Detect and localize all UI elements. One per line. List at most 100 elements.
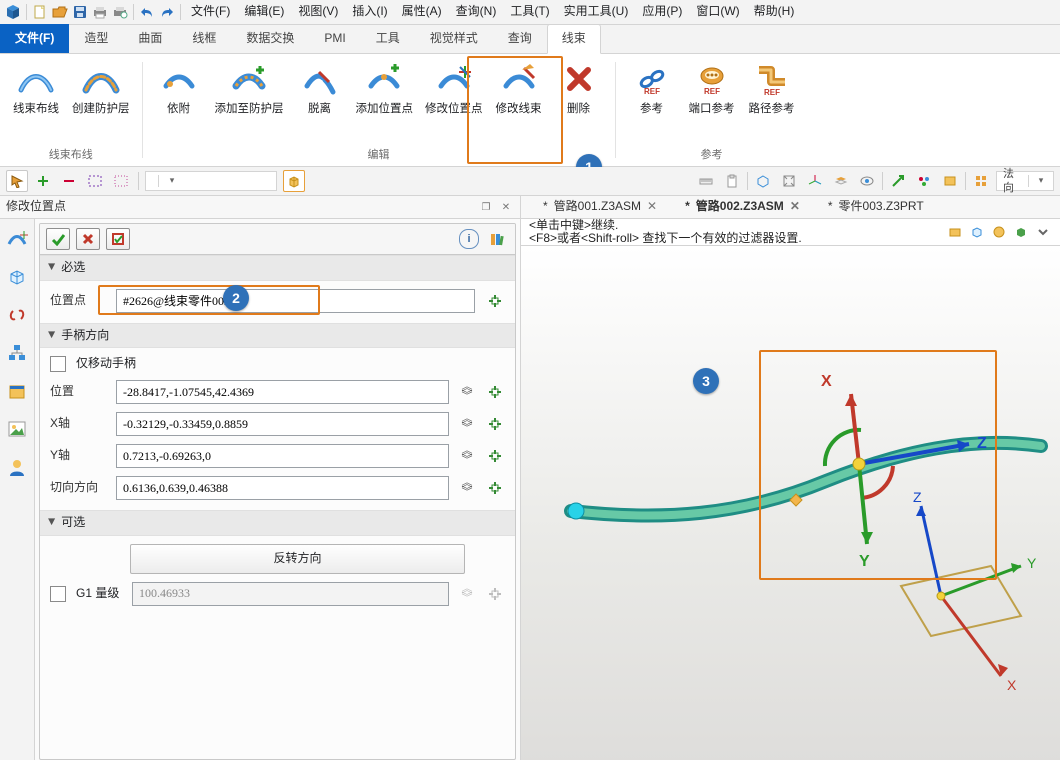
vp-settings-icon[interactable] (946, 223, 964, 241)
stepper-icon[interactable]: ︽︾ (459, 415, 475, 433)
menu-file[interactable]: 文件(F) (185, 2, 236, 22)
normal-dropdown[interactable]: 法向▾ (996, 171, 1054, 191)
select-arrow-icon[interactable] (6, 170, 28, 192)
books-icon[interactable] (485, 228, 509, 250)
ribbon-btn-create-shield[interactable]: 创建防护层 (68, 58, 134, 117)
document-tab-2[interactable]: *管路002.Z3ASM✕ (683, 196, 802, 218)
menu-app[interactable]: 应用(P) (636, 2, 688, 22)
close-icon[interactable]: ✕ (790, 199, 800, 215)
reverse-direction-button[interactable]: 反转方向 (130, 544, 465, 574)
input-xaxis[interactable] (116, 412, 449, 436)
arrow-tool-icon[interactable] (887, 170, 909, 192)
menu-edit[interactable]: 编辑(E) (238, 2, 290, 22)
menu-attrs[interactable]: 属性(A) (396, 2, 448, 22)
sidebar-link-icon[interactable] (5, 303, 29, 327)
add-icon[interactable] (32, 170, 54, 192)
marquee-dotted-icon[interactable] (110, 170, 132, 192)
visibility-icon[interactable] (856, 170, 878, 192)
section-handle-header[interactable]: ▼手柄方向 (40, 323, 515, 349)
triad-icon[interactable] (804, 170, 826, 192)
app-icon[interactable] (4, 3, 22, 21)
grid-icon[interactable] (970, 170, 992, 192)
section-optional-header[interactable]: ▼可选 (40, 510, 515, 536)
clipboard-icon[interactable] (721, 170, 743, 192)
menu-help[interactable]: 帮助(H) (748, 2, 801, 22)
ribbon-btn-route[interactable]: 线束布线 (8, 58, 64, 117)
accept-button[interactable] (46, 228, 70, 250)
cube-icon[interactable] (283, 170, 305, 192)
pick-target-icon[interactable] (485, 414, 505, 434)
info-icon[interactable]: i (459, 229, 479, 249)
ribbon-tab-surface[interactable]: 曲面 (123, 24, 177, 53)
save-icon[interactable] (71, 3, 89, 21)
section-required-header[interactable]: ▼必选 (40, 255, 515, 281)
print-preview-icon[interactable] (111, 3, 129, 21)
ribbon-btn-ref[interactable]: REF 参考 (624, 58, 680, 117)
vp-chevron-down-icon[interactable] (1034, 223, 1052, 241)
ribbon-tab-query[interactable]: 查询 (493, 24, 547, 53)
document-tab-1[interactable]: *管路001.Z3ASM✕ (541, 196, 659, 218)
pick-target-icon[interactable] (485, 478, 505, 498)
ribbon-tab-harness[interactable]: 线束 (547, 24, 601, 54)
ribbon-tab-wireframe[interactable]: 线框 (177, 24, 231, 53)
vp-orient-icon[interactable] (968, 223, 986, 241)
ribbon-tab-file[interactable]: 文件(F) (0, 24, 69, 53)
menu-window[interactable]: 窗口(W) (690, 2, 745, 22)
pick-target-icon[interactable] (485, 446, 505, 466)
measure-icon[interactable] (695, 170, 717, 192)
marquee-dashed-icon[interactable] (84, 170, 106, 192)
ribbon-btn-add-position[interactable]: 添加位置点 (352, 58, 418, 117)
checkbox-only-move-handle[interactable] (50, 356, 66, 372)
input-pos-point[interactable] (116, 289, 475, 313)
iso-view-icon[interactable] (752, 170, 774, 192)
layers-icon[interactable] (830, 170, 852, 192)
ribbon-tab-tool[interactable]: 工具 (361, 24, 415, 53)
ribbon-tab-shape[interactable]: 造型 (69, 24, 123, 53)
vp-render-icon[interactable] (990, 223, 1008, 241)
ribbon-btn-port-ref[interactable]: REF 端口参考 (684, 58, 740, 117)
stepper-icon[interactable]: ︽︾ (459, 447, 475, 465)
sidebar-cube-icon[interactable] (5, 265, 29, 289)
menu-tools[interactable]: 工具(T) (504, 2, 555, 22)
panel-popout-icon[interactable]: ❐ (478, 200, 494, 214)
redo-icon[interactable] (158, 3, 176, 21)
filter-dropdown[interactable]: ▾ (145, 171, 277, 191)
pick-target-icon[interactable] (485, 382, 505, 402)
close-icon[interactable]: ✕ (647, 199, 657, 215)
apply-button[interactable] (106, 228, 130, 250)
open-icon[interactable] (51, 3, 69, 21)
3d-viewport[interactable]: X Z Y Z Y X 3 (521, 246, 1060, 760)
input-tangent[interactable] (116, 476, 449, 500)
ribbon-tab-pmi[interactable]: PMI (309, 24, 360, 53)
fit-icon[interactable] (778, 170, 800, 192)
menu-utilities[interactable]: 实用工具(U) (558, 2, 635, 22)
sidebar-image-icon[interactable] (5, 417, 29, 441)
new-icon[interactable] (31, 3, 49, 21)
ribbon-btn-modify-harness[interactable]: 修改线束 (491, 58, 547, 117)
input-position[interactable] (116, 380, 449, 404)
panel-close-icon[interactable]: ✕ (498, 200, 514, 214)
document-tab-3[interactable]: *零件003.Z3PRT (826, 196, 926, 218)
sidebar-package-icon[interactable] (5, 379, 29, 403)
config-icon[interactable] (939, 170, 961, 192)
pick-target-icon[interactable] (485, 291, 505, 311)
ribbon-btn-delete[interactable]: 删除 (551, 58, 607, 117)
checkbox-g1[interactable] (50, 586, 66, 602)
ribbon-btn-path-ref[interactable]: REF 路径参考 (744, 58, 800, 117)
stepper-icon[interactable]: ︽︾ (459, 383, 475, 401)
vp-shade-icon[interactable] (1012, 223, 1030, 241)
ribbon-btn-add-to-shield[interactable]: 添加至防护层 (211, 58, 288, 117)
print-icon[interactable] (91, 3, 109, 21)
ribbon-tab-visual[interactable]: 视觉样式 (415, 24, 493, 53)
stepper-icon[interactable]: ︽︾ (459, 479, 475, 497)
sidebar-hierarchy-icon[interactable] (5, 341, 29, 365)
sidebar-harness-icon[interactable] (5, 227, 29, 251)
ribbon-tab-dataexch[interactable]: 数据交换 (231, 24, 309, 53)
ribbon-btn-attach[interactable]: 依附 (151, 58, 207, 117)
sidebar-user-icon[interactable] (5, 455, 29, 479)
ribbon-btn-detach[interactable]: 脱离 (292, 58, 348, 117)
menu-query[interactable]: 查询(N) (450, 2, 503, 22)
input-yaxis[interactable] (116, 444, 449, 468)
menu-insert[interactable]: 插入(I) (346, 2, 393, 22)
menu-view[interactable]: 视图(V) (292, 2, 344, 22)
